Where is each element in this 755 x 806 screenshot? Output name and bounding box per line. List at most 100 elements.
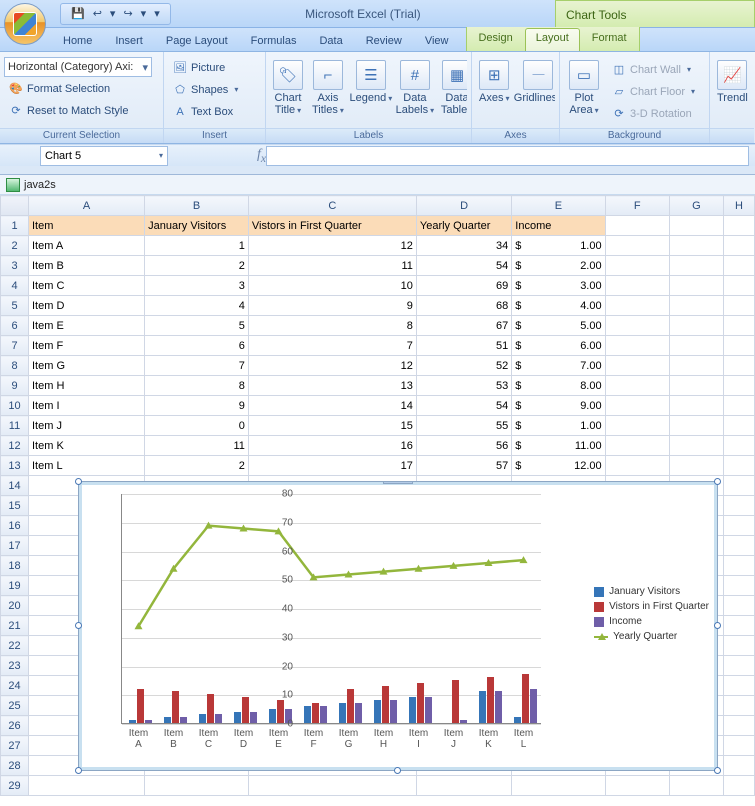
row-header[interactable]: 29: [1, 776, 29, 796]
cell[interactable]: 17: [248, 456, 416, 476]
col-header-e[interactable]: E: [512, 196, 605, 216]
cell[interactable]: Vistors in First Quarter: [248, 216, 416, 236]
cell[interactable]: $3.00: [512, 276, 605, 296]
select-all-corner[interactable]: [1, 196, 29, 216]
cell[interactable]: 51: [416, 336, 511, 356]
cell[interactable]: 12: [248, 356, 416, 376]
cell[interactable]: [605, 296, 669, 316]
cell[interactable]: 10: [248, 276, 416, 296]
cell[interactable]: 6: [145, 336, 249, 356]
cell[interactable]: Item E: [29, 316, 145, 336]
fx-icon[interactable]: fx: [257, 147, 266, 165]
cell[interactable]: 68: [416, 296, 511, 316]
tab-insert[interactable]: Insert: [104, 31, 154, 51]
cell[interactable]: 11: [248, 256, 416, 276]
row-header[interactable]: 2: [1, 236, 29, 256]
cell[interactable]: 53: [416, 376, 511, 396]
cell[interactable]: 13: [248, 376, 416, 396]
shapes-button[interactable]: ⬠Shapes▾: [168, 79, 243, 100]
cell[interactable]: [145, 776, 249, 796]
cell[interactable]: [723, 376, 754, 396]
tab-page-layout[interactable]: Page Layout: [155, 31, 239, 51]
cell[interactable]: [723, 696, 754, 716]
row-header[interactable]: 26: [1, 716, 29, 736]
cell[interactable]: 8: [145, 376, 249, 396]
redo-icon[interactable]: ↪: [123, 7, 132, 20]
cell[interactable]: $6.00: [512, 336, 605, 356]
cell[interactable]: [723, 416, 754, 436]
cell[interactable]: January Visitors: [145, 216, 249, 236]
tab-home[interactable]: Home: [52, 31, 103, 51]
cell[interactable]: [669, 336, 723, 356]
cell[interactable]: Item D: [29, 296, 145, 316]
row-header[interactable]: 16: [1, 516, 29, 536]
cell[interactable]: 16: [248, 436, 416, 456]
cell[interactable]: [723, 656, 754, 676]
data-labels-button[interactable]: #Data Labels▾: [395, 57, 435, 120]
cell[interactable]: [669, 396, 723, 416]
cell[interactable]: 4: [145, 296, 249, 316]
cell[interactable]: [723, 756, 754, 776]
cell[interactable]: 2: [145, 456, 249, 476]
cell[interactable]: 54: [416, 256, 511, 276]
legend-button[interactable]: ☰Legend▾: [350, 57, 392, 108]
tab-formulas[interactable]: Formulas: [240, 31, 308, 51]
row-header[interactable]: 18: [1, 556, 29, 576]
cell[interactable]: $8.00: [512, 376, 605, 396]
col-header-c[interactable]: C: [248, 196, 416, 216]
chevron-down-icon[interactable]: ▾: [141, 7, 147, 20]
cell[interactable]: [723, 476, 754, 496]
gridlines-button[interactable]: 𝄖Gridlines▾: [515, 57, 555, 108]
cell[interactable]: [723, 516, 754, 536]
row-header[interactable]: 24: [1, 676, 29, 696]
cell[interactable]: 54: [416, 396, 511, 416]
col-header-g[interactable]: G: [669, 196, 723, 216]
cell[interactable]: [723, 296, 754, 316]
cell[interactable]: Yearly Quarter: [416, 216, 511, 236]
formula-input[interactable]: [266, 146, 749, 166]
cell[interactable]: 2: [145, 256, 249, 276]
cell[interactable]: [605, 336, 669, 356]
cell[interactable]: Item F: [29, 336, 145, 356]
cell[interactable]: [669, 296, 723, 316]
cell[interactable]: 7: [145, 356, 249, 376]
cell[interactable]: [723, 716, 754, 736]
cell[interactable]: 57: [416, 456, 511, 476]
cell[interactable]: 15: [248, 416, 416, 436]
cell[interactable]: [605, 416, 669, 436]
cell[interactable]: 69: [416, 276, 511, 296]
row-header[interactable]: 27: [1, 736, 29, 756]
cell[interactable]: 56: [416, 436, 511, 456]
textbox-button[interactable]: AText Box: [168, 101, 243, 122]
cell[interactable]: [605, 356, 669, 376]
cell[interactable]: Item H: [29, 376, 145, 396]
data-table-button[interactable]: ▦Data Table▾: [438, 57, 467, 120]
col-header-f[interactable]: F: [605, 196, 669, 216]
row-header[interactable]: 8: [1, 356, 29, 376]
cell[interactable]: [605, 436, 669, 456]
cell[interactable]: 67: [416, 316, 511, 336]
tab-design[interactable]: Design: [467, 28, 523, 51]
cell[interactable]: 12: [248, 236, 416, 256]
workbook-caption[interactable]: java2s: [0, 175, 755, 195]
cell[interactable]: [605, 316, 669, 336]
picture-button[interactable]: 🖼Picture: [168, 57, 243, 78]
cell[interactable]: [512, 776, 605, 796]
cell[interactable]: [669, 256, 723, 276]
row-header[interactable]: 9: [1, 376, 29, 396]
chart-legend[interactable]: January Visitors Vistors in First Quarte…: [594, 582, 709, 646]
cell[interactable]: [669, 276, 723, 296]
cell[interactable]: [605, 776, 669, 796]
row-header[interactable]: 15: [1, 496, 29, 516]
cell[interactable]: [669, 776, 723, 796]
cell[interactable]: [723, 596, 754, 616]
cell[interactable]: [669, 456, 723, 476]
cell[interactable]: 0: [145, 416, 249, 436]
cell[interactable]: 9: [145, 396, 249, 416]
cell[interactable]: [605, 376, 669, 396]
cell[interactable]: [29, 776, 145, 796]
cell[interactable]: [723, 256, 754, 276]
tab-view[interactable]: View: [414, 31, 460, 51]
row-header[interactable]: 11: [1, 416, 29, 436]
row-header[interactable]: 12: [1, 436, 29, 456]
